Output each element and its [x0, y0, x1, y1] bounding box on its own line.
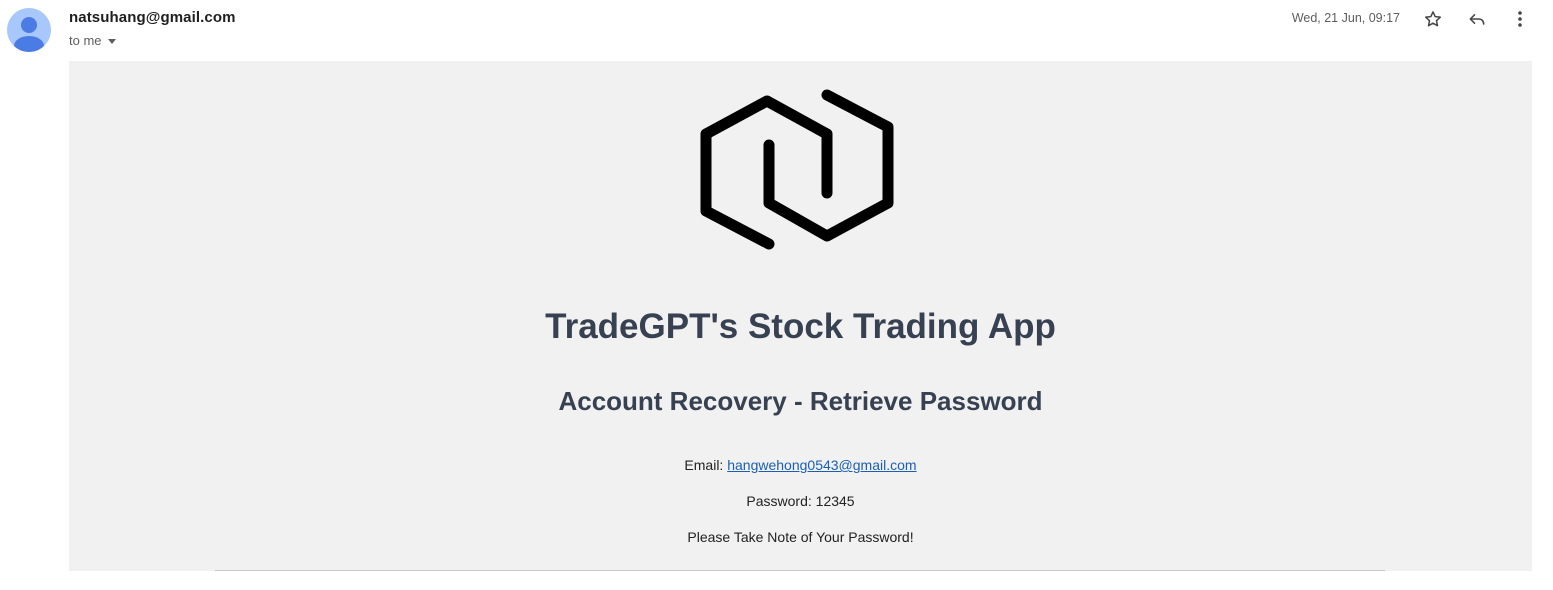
tradegpt-logo: [699, 89, 899, 269]
email-date: Wed, 21 Jun, 09:17: [1291, 11, 1400, 25]
reply-button[interactable]: [1465, 7, 1489, 31]
caret-down-icon: [107, 38, 116, 44]
password-line: Password: 12345: [746, 493, 855, 509]
person-icon: [14, 17, 44, 52]
email-line: Email: hangwehong0543@gmail.com: [69, 457, 1532, 473]
sender-avatar[interactable]: [7, 8, 51, 52]
email-header: natsuhang@gmail.com to me Wed, 21 Jun, 0…: [0, 0, 1553, 61]
reply-icon: [1469, 14, 1485, 25]
more-vert-icon: [1518, 11, 1522, 27]
password-note: Please Take Note of Your Password!: [687, 529, 914, 545]
recipient-label: to me: [69, 33, 102, 48]
hexagon-logo-icon: [700, 89, 894, 250]
sender-email[interactable]: natsuhang@gmail.com: [69, 9, 236, 26]
app-title: TradeGPT's Stock Trading App: [545, 307, 1056, 346]
footer-divider: [215, 570, 1385, 571]
email-body: TradeGPT's Stock Trading App Account Rec…: [69, 61, 1532, 571]
more-options-button[interactable]: [1508, 7, 1532, 31]
star-button[interactable]: [1421, 7, 1445, 31]
recipient-toggle[interactable]: to me: [69, 33, 116, 48]
star-icon: [1425, 11, 1441, 27]
recovery-subtitle: Account Recovery - Retrieve Password: [558, 386, 1043, 416]
email-prefix: Email:: [684, 457, 724, 473]
recovery-email-link[interactable]: hangwehong0543@gmail.com: [727, 457, 916, 473]
